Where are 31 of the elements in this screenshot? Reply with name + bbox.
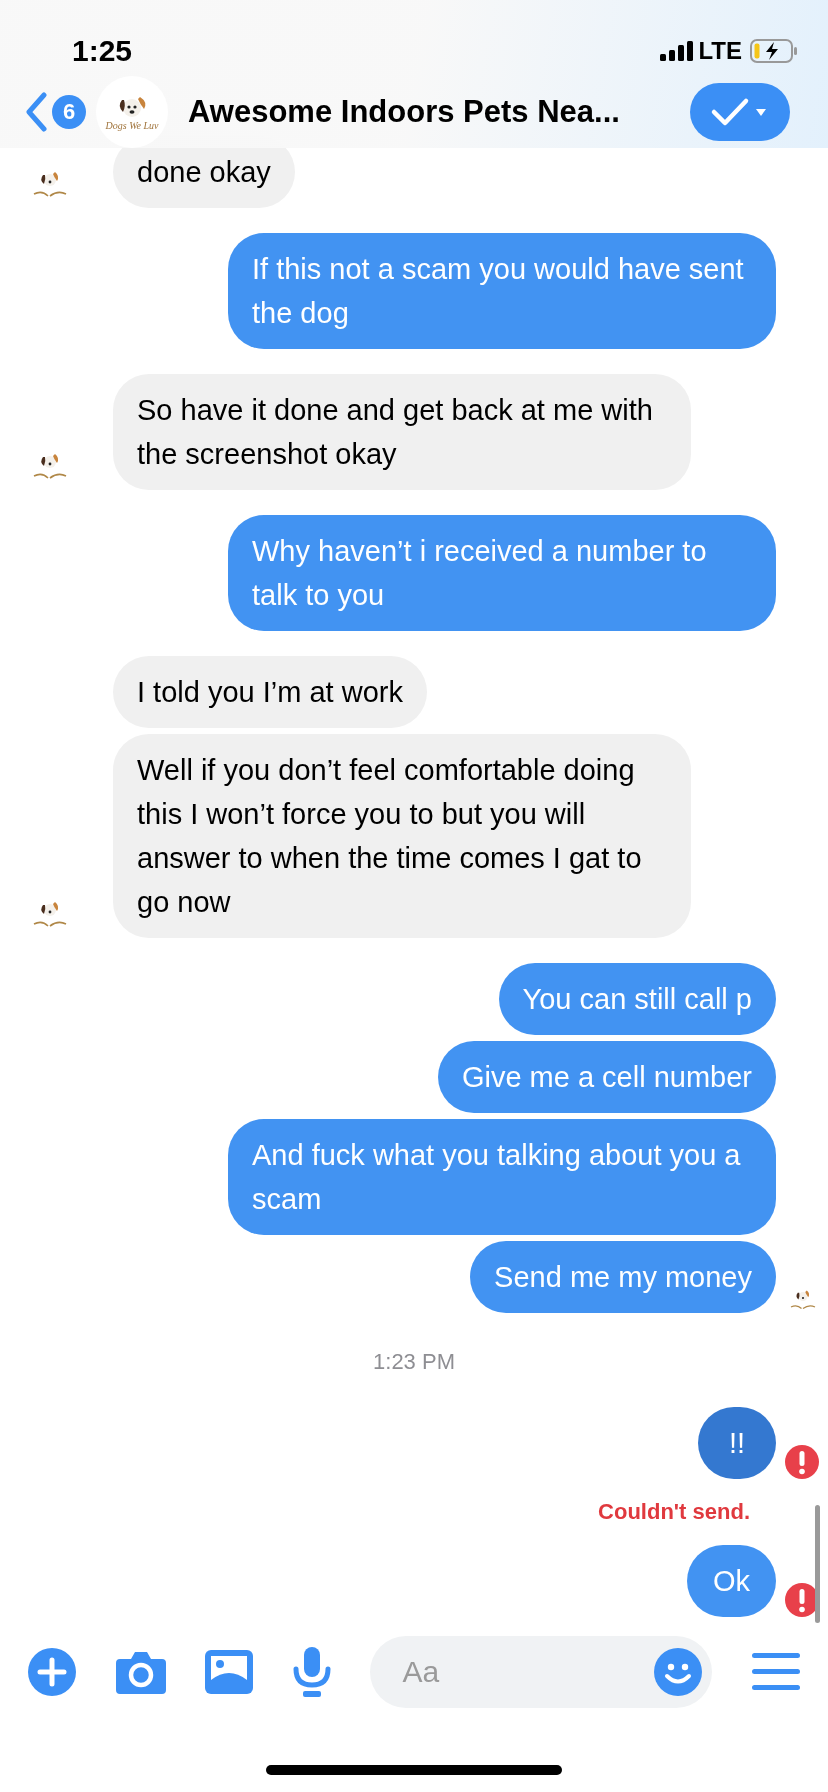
add-icon[interactable] <box>28 1648 76 1696</box>
avatar-logo[interactable]: Dogs We Luv <box>96 76 168 148</box>
signal-icon <box>660 41 695 61</box>
timestamp: 1:23 PM <box>373 1349 455 1375</box>
check-dropdown-button[interactable] <box>690 83 790 141</box>
error-icon <box>785 1445 819 1479</box>
received-message: So have it done and get back at me with the screenshot okay <box>113 374 691 490</box>
emoji-icon[interactable] <box>654 1648 703 1696</box>
back-icon[interactable] <box>24 92 48 132</box>
image-icon[interactable] <box>205 1650 254 1694</box>
sent-message: Why haven’t i received a number to talk to you <box>228 515 776 631</box>
chat-title: Awesome Indoors Pets Nea... <box>188 94 621 130</box>
battery-icon <box>750 39 798 63</box>
status-time: 1:25 <box>72 34 133 68</box>
menu-icon[interactable] <box>751 1653 800 1691</box>
message-field[interactable]: Aa <box>370 1636 713 1708</box>
sent-message: If this not a scam you would have sent the dog <box>228 233 776 349</box>
received-message: I told you I’m at work <box>113 656 427 728</box>
camera-icon[interactable] <box>115 1650 166 1694</box>
unread-badge[interactable]: 6 <box>52 95 86 129</box>
network-label: LTE <box>698 37 742 65</box>
received-message: Well if you don’t feel comfortable doing this I won’t force you to but you will answer to when the time comes I gat to go now <box>113 734 691 938</box>
send-error-text: Couldn't send. <box>598 1499 750 1525</box>
sent-message: Ok <box>686 1545 776 1617</box>
sent-message: Give me a cell number <box>437 1041 776 1113</box>
message-input[interactable]: Aa <box>400 1654 655 1690</box>
sent-message: And fuck what you talking about you a scam <box>228 1119 776 1235</box>
sent-message: !! <box>698 1407 776 1479</box>
microphone-icon[interactable] <box>292 1647 331 1697</box>
sent-message: You can still call p <box>498 963 776 1035</box>
sent-message: Send me my money <box>470 1241 776 1313</box>
